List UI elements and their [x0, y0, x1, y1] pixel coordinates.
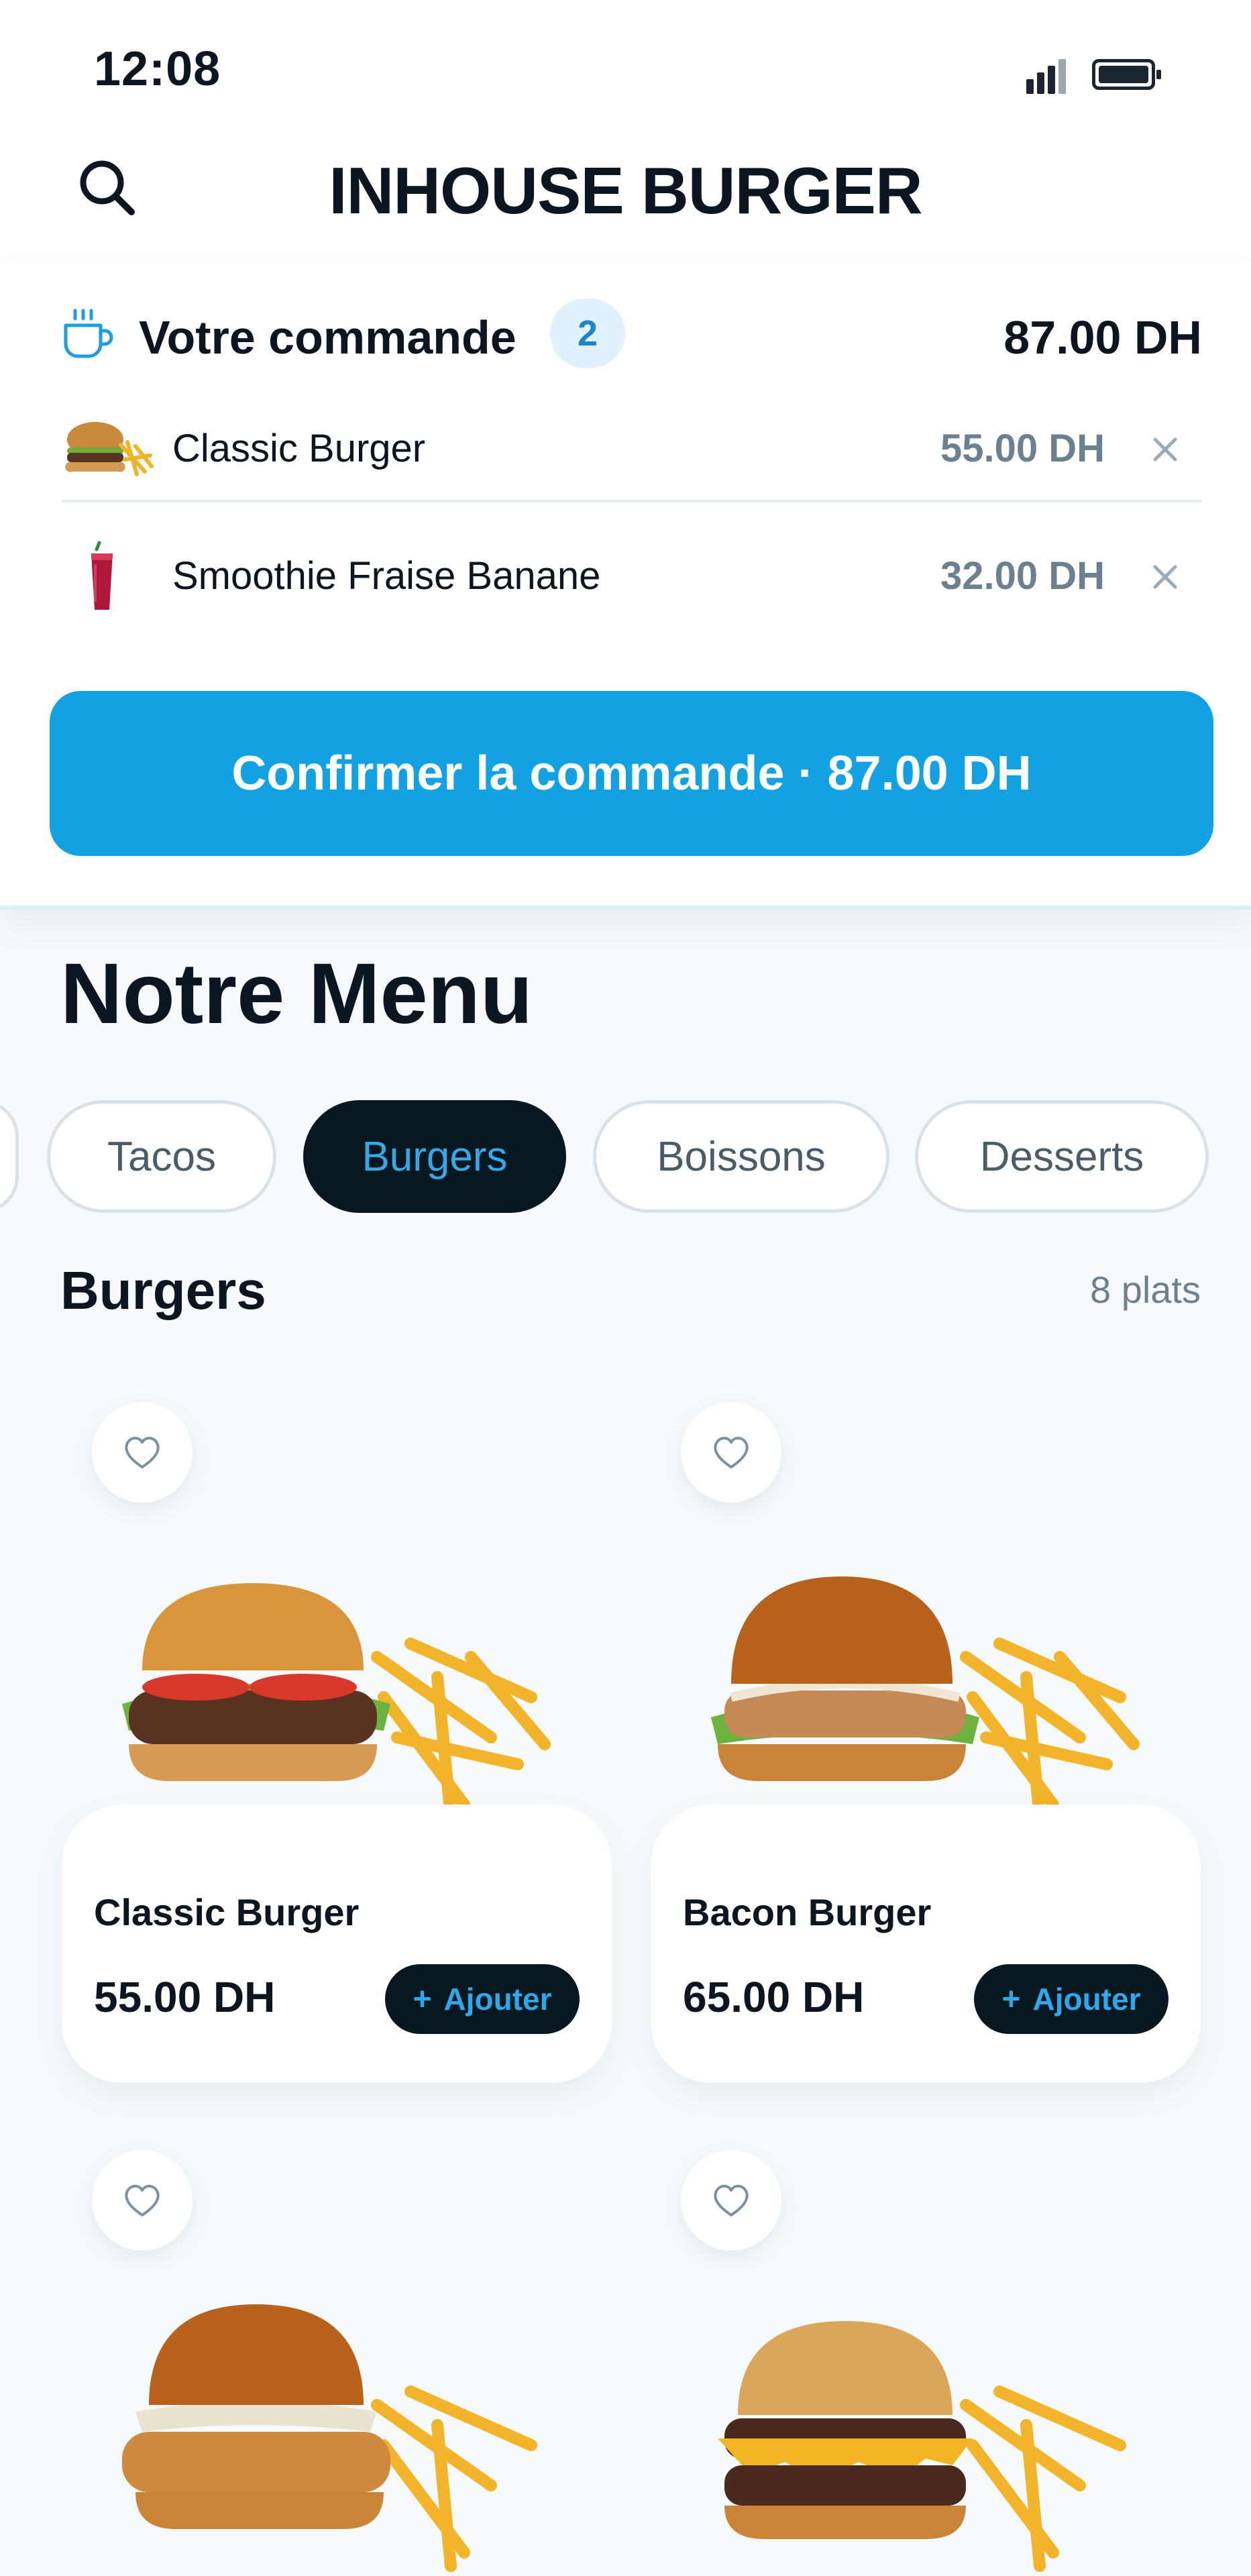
plus-icon: +: [1001, 1981, 1021, 2017]
heart-icon: [714, 1436, 749, 1468]
add-button-label: Ajouter: [443, 1982, 552, 2017]
product-card[interactable]: [651, 2150, 1201, 2576]
category-tab-desserts[interactable]: Desserts: [915, 1100, 1209, 1213]
cup-icon: [64, 309, 113, 358]
plus-icon: +: [413, 1981, 432, 2017]
category-tab-burgers[interactable]: Burgers: [303, 1100, 566, 1213]
heart-icon: [714, 2184, 749, 2216]
app-title: INHOUSE BURGER: [329, 154, 922, 227]
add-button[interactable]: + Ajouter: [385, 1964, 580, 2034]
menu-title: Notre Menu: [60, 946, 533, 1042]
category-tabs: Tacos Burgers Boissons Desserts: [0, 1100, 1251, 1216]
chicken-burger-image: [122, 2304, 537, 2572]
confirm-order-button[interactable]: Confirmer la commande · 87.00 DH: [50, 691, 1213, 856]
order-count-badge: 2: [550, 299, 625, 368]
burger-thumbnail: [65, 422, 154, 476]
section-count: 8 plats: [1090, 1269, 1201, 1311]
favorite-button[interactable]: [92, 1402, 193, 1503]
status-time: 12:08: [94, 42, 221, 96]
order-panel: Votre commande 2 87.00 DH Classic Burger…: [0, 262, 1251, 910]
signal-icon: [1026, 58, 1073, 94]
order-item: Classic Burger 55.00 DH: [62, 399, 1202, 502]
product-info: Bacon Burger 65.00 DH + Ajouter: [651, 1805, 1201, 2083]
section-title: Burgers: [60, 1260, 266, 1320]
order-item-price: 32.00 DH: [940, 554, 1105, 598]
app-screen: 12:08 INHOUSE BURGER Votre commande 2 87…: [0, 0, 1251, 2576]
heart-icon: [125, 2184, 160, 2216]
product-name: Bacon Burger: [683, 1891, 932, 1933]
category-tab-tacos[interactable]: Tacos: [47, 1100, 276, 1213]
order-item-name: Smoothie Fraise Banane: [172, 554, 601, 598]
favorite-button[interactable]: [681, 1402, 781, 1503]
add-button[interactable]: + Ajouter: [974, 1964, 1168, 2034]
product-price: 55.00 DH: [94, 1973, 276, 2021]
order-title: Votre commande: [139, 311, 516, 364]
product-card[interactable]: Bacon Burger 65.00 DH + Ajouter: [651, 1402, 1201, 2127]
favorite-button[interactable]: [92, 2150, 193, 2251]
app-header: INHOUSE BURGER: [0, 114, 1251, 262]
category-tab-partial[interactable]: [0, 1100, 19, 1213]
cheese-burger-image: [718, 2321, 1126, 2572]
smoothie-thumbnail: [91, 541, 113, 610]
product-card[interactable]: [62, 2150, 612, 2576]
close-icon[interactable]: [1142, 553, 1189, 600]
order-item-name: Classic Burger: [172, 427, 426, 470]
close-icon[interactable]: [1142, 426, 1189, 473]
order-item: Smoothie Fraise Banane 32.00 DH: [62, 527, 1202, 627]
add-button-label: Ajouter: [1032, 1982, 1141, 2017]
product-name: Classic Burger: [94, 1891, 360, 1933]
order-total: 87.00 DH: [1003, 311, 1202, 364]
category-tab-boissons[interactable]: Boissons: [593, 1100, 889, 1213]
product-info: Classic Burger 55.00 DH + Ajouter: [62, 1805, 612, 2083]
product-price: 65.00 DH: [683, 1973, 865, 2021]
heart-icon: [125, 1436, 160, 1468]
status-bar: 12:08: [0, 0, 1251, 114]
battery-icon: [1092, 59, 1161, 90]
order-header: Votre commande 2 87.00 DH: [62, 299, 1202, 368]
product-card[interactable]: Classic Burger 55.00 DH + Ajouter: [62, 1402, 612, 2127]
order-item-price: 55.00 DH: [940, 427, 1105, 470]
favorite-button[interactable]: [681, 2150, 781, 2251]
